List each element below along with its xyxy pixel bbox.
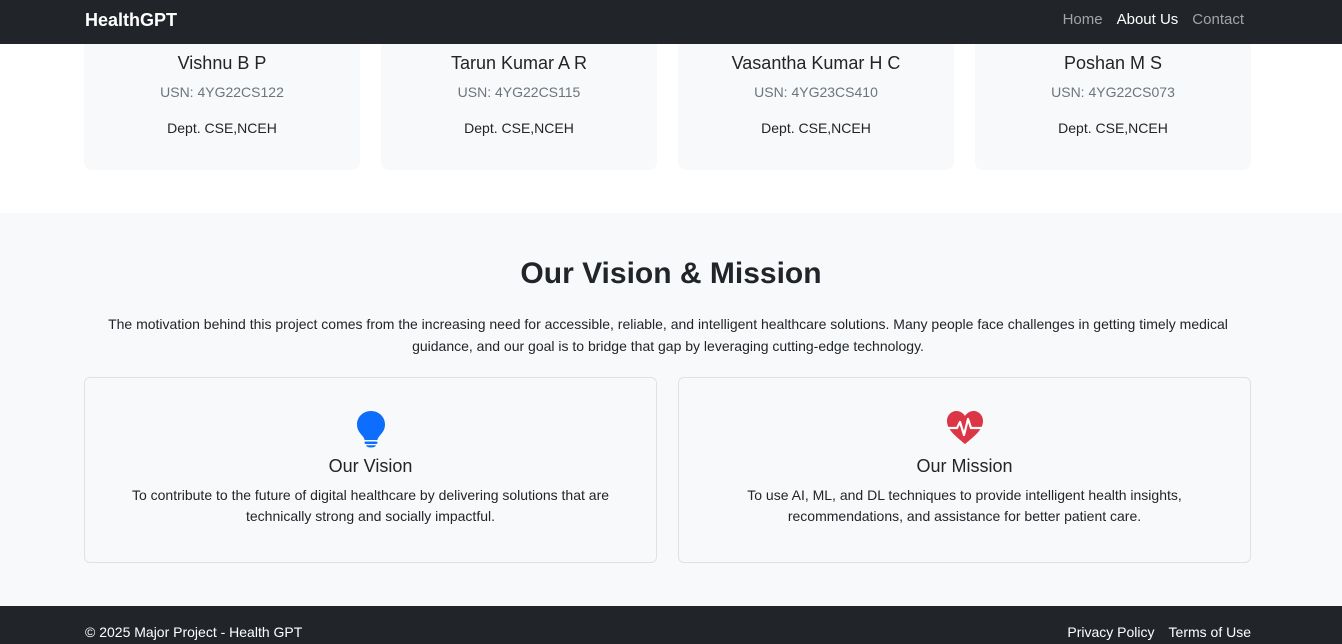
- copyright-text: © 2025 Major Project - Health GPT: [85, 624, 303, 640]
- member-usn: USN: 4YG22CS073: [1051, 84, 1175, 100]
- member-usn: USN: 4YG22CS122: [160, 84, 284, 100]
- mission-card: Our Mission To use AI, ML, and DL techni…: [678, 377, 1251, 563]
- vision-title: Our Vision: [328, 456, 413, 476]
- navbar: HealthGPT Home About Us Contact: [0, 0, 1342, 44]
- section-title: Our Vision & Mission: [520, 257, 822, 290]
- vision-mission-section: Our Vision & Mission The motivation behi…: [0, 213, 1342, 606]
- member-dept: Dept. CSE,NCEH: [464, 120, 574, 136]
- member-usn: USN: 4YG23CS410: [754, 84, 878, 100]
- footer: © 2025 Major Project - Health GPT Privac…: [0, 606, 1342, 644]
- footer-links: Privacy Policy Terms of Use: [1067, 623, 1251, 641]
- member-dept: Dept. CSE,NCEH: [167, 120, 277, 136]
- mission-title: Our Mission: [916, 456, 1013, 476]
- privacy-policy-link[interactable]: Privacy Policy: [1067, 623, 1154, 641]
- member-name: Poshan M S: [1063, 53, 1163, 73]
- member-dept: Dept. CSE,NCEH: [1058, 120, 1168, 136]
- nav-contact-link[interactable]: Contact: [1192, 11, 1244, 29]
- vision-text: To contribute to the future of digital h…: [131, 487, 610, 524]
- nav-about-link[interactable]: About Us: [1117, 11, 1179, 29]
- member-name: Vasantha Kumar H C: [731, 53, 901, 73]
- section-description: The motivation behind this project comes…: [108, 316, 1228, 354]
- lightbulb-icon: [356, 410, 386, 453]
- member-dept: Dept. CSE,NCEH: [761, 120, 871, 136]
- nav-links: Home About Us Contact: [1063, 11, 1244, 29]
- mission-text: To use AI, ML, and DL techniques to prov…: [747, 487, 1182, 524]
- brand-link[interactable]: HealthGPT: [85, 9, 177, 31]
- terms-of-use-link[interactable]: Terms of Use: [1169, 623, 1251, 641]
- vision-card: Our Vision To contribute to the future o…: [84, 377, 657, 563]
- member-usn: USN: 4YG22CS115: [457, 84, 581, 100]
- nav-home-link[interactable]: Home: [1063, 11, 1103, 29]
- heart-pulse-icon: [946, 410, 984, 451]
- member-name: Vishnu B P: [177, 53, 267, 73]
- member-name: Tarun Kumar A R: [450, 53, 588, 73]
